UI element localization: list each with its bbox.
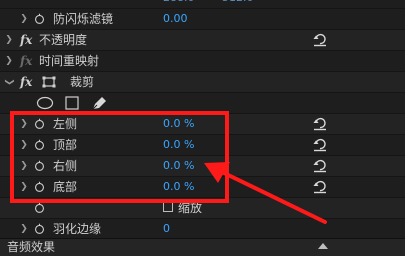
audio-effects-label: 音频效果 — [7, 240, 56, 254]
stopwatch-icon[interactable] — [34, 181, 45, 192]
partial-value-a[interactable]: 288.0 — [163, 0, 195, 8]
fx-icon: fx — [20, 54, 33, 68]
crop-bottom-row: ❯ 底部 0.0 % — [0, 177, 405, 198]
chevron-right-icon[interactable]: ❯ — [19, 135, 29, 155]
stopwatch-icon[interactable] — [34, 202, 45, 213]
stopwatch-icon[interactable] — [34, 223, 45, 234]
crop-bottom-value[interactable]: 0.0 % — [163, 177, 194, 197]
stopwatch-icon[interactable] — [34, 13, 45, 24]
reset-icon[interactable] — [312, 180, 328, 194]
chevron-right-icon[interactable]: ❯ — [19, 156, 29, 176]
crop-left-row: ❯ 左侧 0.0 % — [0, 114, 405, 135]
crop-right-row: ❯ 右侧 0.0 % — [0, 156, 405, 177]
ellipse-mask-icon[interactable] — [36, 96, 54, 110]
crop-left-label: 左侧 — [53, 117, 78, 131]
crop-left-value[interactable]: 0.0 % — [163, 114, 194, 134]
reset-icon[interactable] — [312, 138, 328, 152]
chevron-right-icon[interactable]: ❯ — [4, 30, 14, 50]
crop-right-value[interactable]: 0.0 % — [163, 156, 194, 176]
crop-label: 裁剪 — [70, 75, 95, 89]
feather-edges-label: 羽化边缘 — [53, 222, 102, 236]
partial-value-b[interactable]: 512.0 — [222, 0, 254, 8]
stopwatch-icon[interactable] — [34, 118, 45, 129]
reset-icon[interactable] — [312, 33, 328, 47]
reset-icon[interactable] — [312, 159, 328, 173]
crop-top-row: ❯ 顶部 0.0 % — [0, 135, 405, 156]
audio-effects-header[interactable]: 音频效果 — [0, 238, 405, 256]
crop-top-value[interactable]: 0.0 % — [163, 135, 194, 155]
mask-tools-row — [0, 93, 405, 114]
rectangle-mask-icon[interactable] — [65, 96, 79, 110]
chevron-right-icon[interactable]: ❯ — [19, 177, 29, 197]
crop-top-label: 顶部 — [53, 138, 78, 152]
anti-flicker-value[interactable]: 0.00 — [163, 9, 188, 29]
collapse-up-icon[interactable] — [318, 243, 328, 249]
effect-controls-panel: 288.0 512.0 ❯ 防闪烁滤镜 0.00 ❯ fx 不透明度 ❯ fx … — [0, 0, 405, 256]
chevron-right-icon[interactable]: ❯ — [19, 114, 29, 134]
time-remap-row[interactable]: ❯ fx 时间重映射 — [0, 51, 405, 72]
zoom-label: 缩放 — [178, 201, 203, 215]
chevron-right-icon[interactable]: ❯ — [19, 219, 29, 239]
chevron-down-icon[interactable]: ❯ — [0, 77, 19, 87]
stopwatch-icon[interactable] — [34, 160, 45, 171]
crop-bottom-label: 底部 — [53, 180, 78, 194]
reset-icon[interactable] — [312, 117, 328, 131]
chevron-right-icon[interactable]: ❯ — [4, 51, 14, 71]
feather-edges-value[interactable]: 0 — [163, 219, 170, 239]
chevron-right-icon[interactable]: ❯ — [19, 9, 29, 29]
opacity-label: 不透明度 — [39, 33, 88, 47]
opacity-row[interactable]: ❯ fx 不透明度 — [0, 30, 405, 51]
zoom-checkbox[interactable] — [163, 202, 173, 212]
anti-flicker-label: 防闪烁滤镜 — [53, 12, 114, 26]
pen-mask-icon[interactable] — [91, 96, 107, 110]
crop-effect-row[interactable]: ❯ fx 裁剪 — [0, 72, 405, 93]
time-remap-label: 时间重映射 — [39, 54, 100, 68]
fx-icon[interactable]: fx — [20, 30, 32, 50]
crop-transform-icon[interactable] — [41, 75, 59, 89]
stopwatch-icon[interactable] — [34, 139, 45, 150]
zoom-row: 缩放 — [0, 198, 405, 219]
anti-flicker-row: ❯ 防闪烁滤镜 0.00 — [0, 9, 405, 30]
feather-edges-row: ❯ 羽化边缘 0 — [0, 219, 405, 240]
fx-icon[interactable]: fx — [20, 72, 32, 92]
crop-right-label: 右侧 — [53, 159, 78, 173]
partial-property-row: 288.0 512.0 — [0, 0, 405, 9]
